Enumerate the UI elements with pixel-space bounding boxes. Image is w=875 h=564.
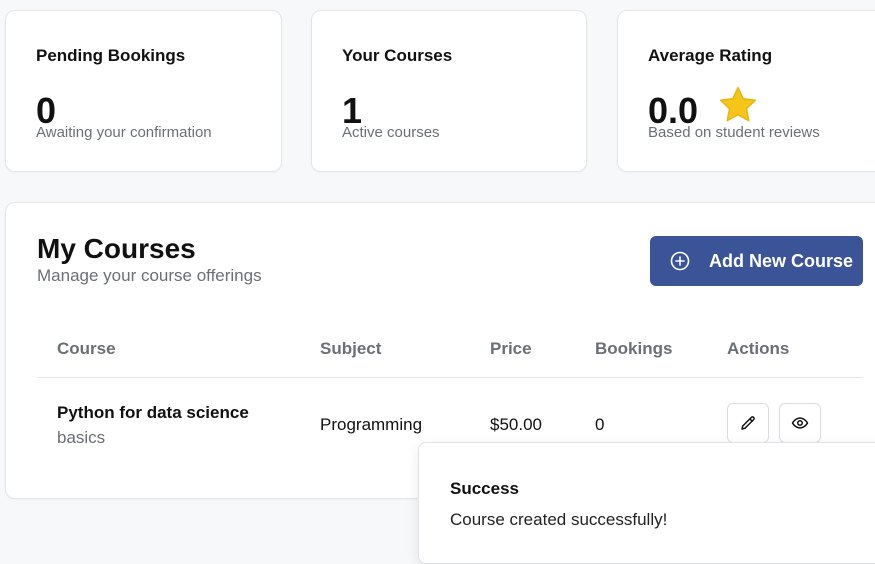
column-header-price: Price	[490, 339, 532, 358]
pencil-icon	[741, 416, 755, 430]
view-course-button[interactable]	[779, 403, 821, 443]
toast-title: Success	[450, 479, 519, 498]
course-subject: Programming	[320, 415, 423, 434]
course-price: $50.00	[490, 415, 542, 434]
column-header-bookings: Bookings	[595, 339, 673, 358]
add-new-course-label: Add New Course	[709, 251, 854, 271]
course-bookings: 0	[595, 415, 605, 434]
add-new-course-button[interactable]: Add New Course	[650, 236, 863, 286]
column-header-course: Course	[57, 339, 116, 358]
course-name-continued: basics	[57, 428, 106, 447]
star-icon	[719, 86, 757, 122]
toast-message: Course created successfully!	[450, 510, 668, 529]
section-subtitle: Manage your course offerings	[37, 266, 262, 285]
section-title: My Courses	[37, 233, 196, 264]
table-divider	[37, 377, 863, 378]
column-header-subject: Subject	[320, 339, 382, 358]
column-header-actions: Actions	[727, 339, 790, 358]
stat-card-pending-bookings: Pending Bookings 0 Awaiting your confirm…	[5, 10, 282, 172]
stat-subtext: Active courses	[342, 124, 440, 141]
success-toast: Success Course created successfully!	[418, 442, 875, 564]
stat-label: Pending Bookings	[36, 46, 186, 65]
eye-icon	[791, 417, 809, 429]
plus-circle-icon	[670, 251, 690, 271]
edit-course-button[interactable]	[727, 403, 769, 443]
course-name: Python for data science	[57, 403, 249, 422]
stat-subtext: Based on student reviews	[648, 124, 820, 141]
stat-subtext: Awaiting your confirmation	[36, 124, 212, 141]
stat-card-average-rating: Average Rating 0.0 Based on student revi…	[617, 10, 875, 172]
stat-label: Average Rating	[648, 46, 773, 65]
stat-label: Your Courses	[342, 46, 453, 65]
stat-card-your-courses: Your Courses 1 Active courses	[311, 10, 587, 172]
